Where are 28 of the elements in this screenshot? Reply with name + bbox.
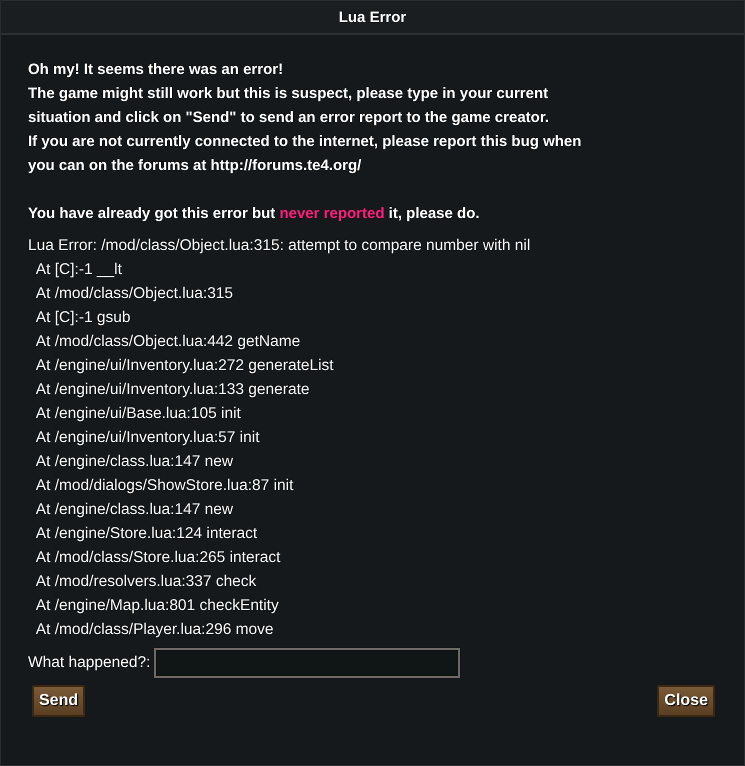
message-text: Oh my! It seems there was an error!	[28, 60, 284, 80]
field-label: What happened?:	[28, 654, 150, 672]
trace-line: At /mod/class/Object.lua:442 getName	[34, 332, 302, 352]
trace-line: At /engine/Map.lua:801 checkEntity	[34, 596, 280, 616]
trace-line: At /mod/resolvers.lua:337 check	[34, 572, 258, 592]
trace-line: At [C]:-1 __lt	[34, 260, 123, 280]
trace-line: Lua Error: /mod/class/Object.lua:315: attempt to compare number with nil	[28, 236, 532, 256]
trace-line: At [C]:-1 gsub	[34, 308, 132, 328]
input-field[interactable]	[154, 648, 460, 678]
trace-line: At /engine/ui/Inventory.lua:57 init	[34, 428, 261, 448]
trace-line: At /engine/class.lua:147 new	[34, 452, 234, 472]
trace-line: At /engine/ui/Inventory.lua:133 generate	[34, 380, 310, 400]
trace-line: At /engine/ui/Inventory.lua:272 generateList	[34, 356, 335, 376]
notice-text: You have already got this error but never reported it, please do.	[28, 204, 481, 224]
trace-line: At /mod/class/Player.lua:296 move	[34, 620, 275, 640]
window-title: Lua Error	[338, 8, 406, 26]
trace-line: At /engine/ui/Base.lua:105 init	[34, 404, 242, 424]
send-button[interactable]: Send	[32, 685, 86, 717]
trace-line: At /engine/Store.lua:124 interact	[34, 524, 258, 544]
trace-line: At /mod/class/Object.lua:315	[34, 284, 234, 304]
close-button[interactable]: Close	[657, 685, 715, 717]
message-text: The game might still work but this is suspect, please type in your current	[28, 84, 550, 104]
message-text: you can on the forums at http://forums.te4.org/	[28, 156, 362, 176]
message-text: If you are not currently connected to the internet, please report this bug when	[28, 132, 582, 152]
trace-line: At /mod/dialogs/ShowStore.lua:87 init	[34, 476, 294, 496]
trace-line: At /engine/class.lua:147 new	[34, 500, 234, 520]
message-text: situation and click on "Send" to send an error report to the game creator.	[28, 108, 550, 128]
trace-line: At /mod/class/Store.lua:265 interact	[34, 548, 282, 568]
